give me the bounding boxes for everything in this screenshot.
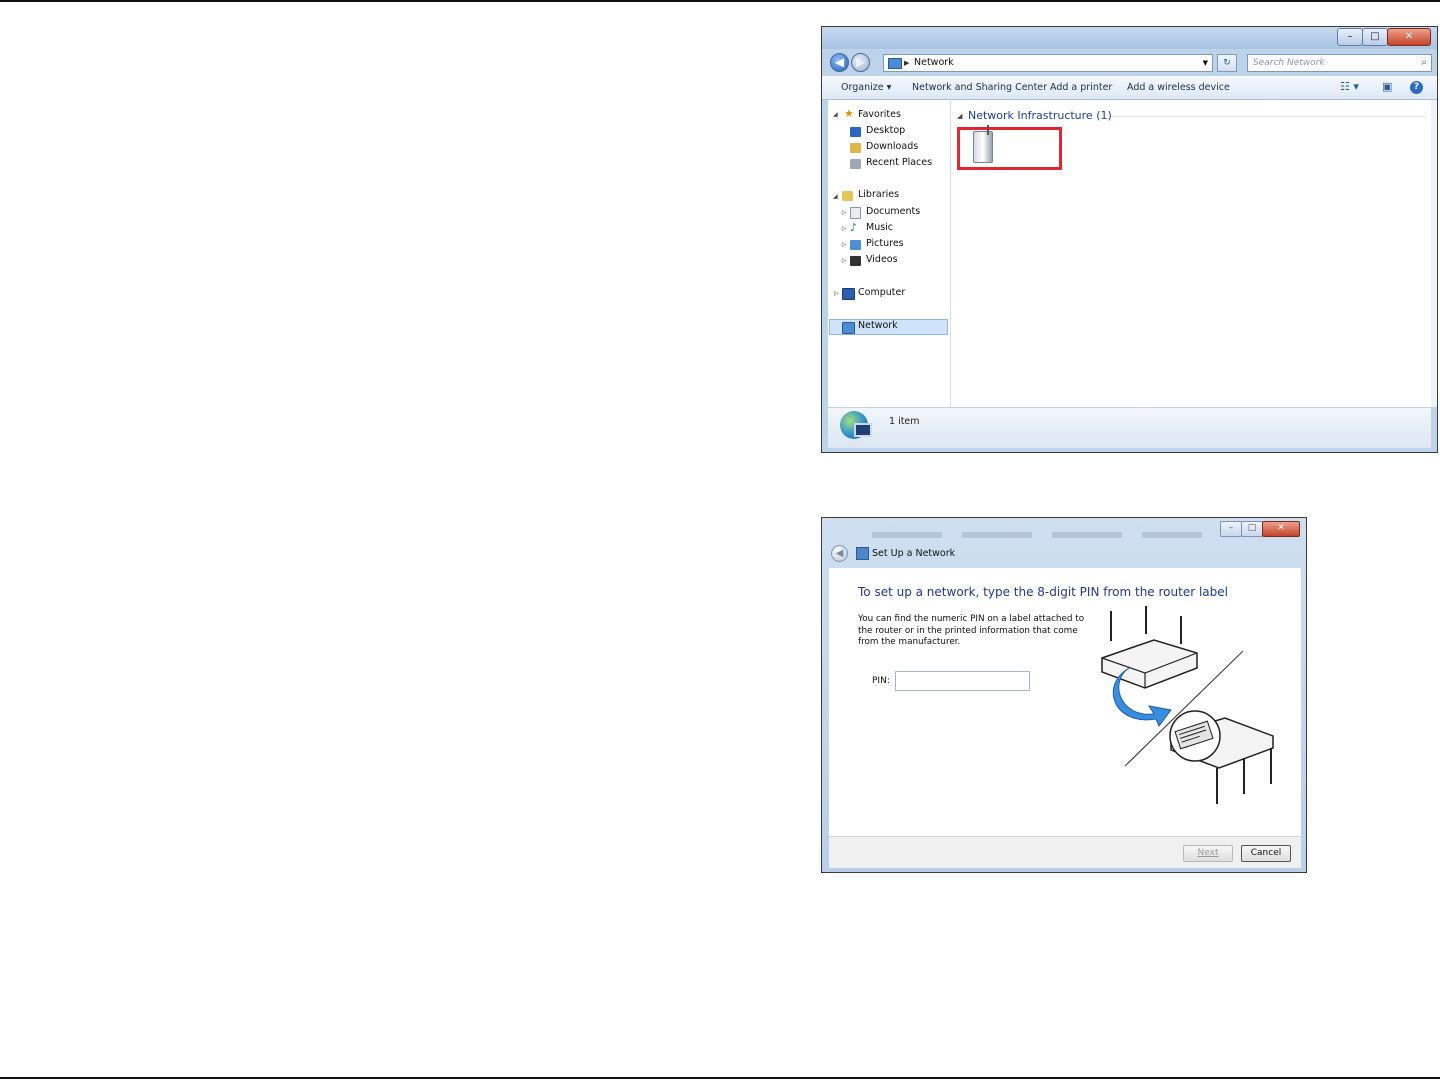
breadcrumb-network[interactable]: Network bbox=[914, 55, 954, 71]
router-device-icon[interactable] bbox=[973, 125, 993, 163]
group-header[interactable]: Network Infrastructure (1) bbox=[968, 109, 1112, 122]
vertical-scrollbar[interactable] bbox=[1431, 100, 1437, 407]
search-input[interactable]: Search Network ⌕ bbox=[1247, 54, 1432, 72]
address-bar[interactable]: ▶ Network ▼ bbox=[883, 54, 1213, 72]
close-icon[interactable]: ✕ bbox=[1262, 521, 1300, 537]
dialog-heading: To set up a network, type the 8-digit PI… bbox=[858, 585, 1228, 599]
cancel-button[interactable]: Cancel bbox=[1241, 845, 1291, 862]
collapsed-arrow-icon[interactable]: ▷ bbox=[834, 290, 839, 297]
desktop-icon bbox=[850, 127, 861, 137]
music-icon: ♪ bbox=[850, 221, 858, 234]
add-wireless-device-button[interactable]: Add a wireless device bbox=[1127, 82, 1230, 93]
refresh-icon[interactable]: ↻ bbox=[1217, 54, 1237, 72]
top-rule bbox=[0, 0, 1440, 2]
network-sharing-center-button[interactable]: Network and Sharing Center bbox=[912, 82, 1047, 93]
downloads-icon bbox=[850, 143, 861, 153]
navigation-pane: ◢ ★ Favorites Desktop Downloads Recent P… bbox=[828, 100, 951, 407]
router-label-illustration bbox=[1101, 606, 1274, 804]
documents-icon bbox=[850, 207, 861, 219]
dialog-body: To set up a network, type the 8-digit PI… bbox=[829, 568, 1301, 836]
computer-icon bbox=[842, 288, 855, 300]
window-controls: – □ ✕ bbox=[1337, 28, 1431, 46]
pin-input[interactable] bbox=[895, 671, 1030, 691]
network-icon bbox=[888, 58, 902, 69]
libraries-icon bbox=[842, 191, 853, 201]
item-count: 1 item bbox=[889, 416, 920, 427]
maximize-icon[interactable]: □ bbox=[1241, 521, 1263, 537]
nav-documents[interactable]: Documents bbox=[866, 206, 920, 217]
details-pane: 1 item bbox=[828, 408, 1431, 448]
minimize-icon[interactable]: – bbox=[1337, 28, 1363, 46]
videos-icon bbox=[850, 256, 861, 266]
pictures-icon bbox=[850, 240, 861, 250]
nav-downloads[interactable]: Downloads bbox=[866, 141, 918, 152]
collapsed-arrow-icon[interactable]: ▷ bbox=[842, 225, 847, 232]
nav-desktop[interactable]: Desktop bbox=[866, 125, 905, 136]
star-icon: ★ bbox=[844, 107, 854, 120]
explorer-titlebar[interactable]: – □ ✕ bbox=[822, 27, 1437, 49]
collapsed-arrow-icon[interactable]: ▷ bbox=[842, 241, 847, 248]
command-bar: Organize ▾ Network and Sharing Center Ad… bbox=[822, 76, 1437, 100]
nav-favorites[interactable]: Favorites bbox=[858, 109, 901, 120]
bottom-rule bbox=[0, 1077, 1440, 1079]
setup-network-dialog: – □ ✕ ◀ Set Up a Network To set up a net… bbox=[821, 517, 1307, 873]
next-button[interactable]: Next bbox=[1183, 845, 1233, 862]
forward-arrow-icon[interactable]: ▶ bbox=[851, 53, 870, 72]
dialog-title: Set Up a Network bbox=[872, 548, 956, 559]
group-collapse-icon[interactable]: ◢ bbox=[957, 112, 962, 120]
nav-pictures[interactable]: Pictures bbox=[866, 238, 904, 249]
expand-arrow-icon[interactable]: ◢ bbox=[833, 111, 838, 118]
group-divider bbox=[1111, 116, 1426, 117]
minimize-icon[interactable]: – bbox=[1220, 521, 1242, 537]
file-view: ◢ Network Infrastructure (1) bbox=[951, 100, 1431, 407]
back-arrow-icon[interactable]: ◀ bbox=[830, 53, 849, 72]
blurred-background-titlebar bbox=[872, 532, 1202, 538]
address-dropdown-icon[interactable]: ▼ bbox=[1203, 55, 1208, 71]
dialog-footer: Next Cancel bbox=[829, 836, 1301, 868]
network-icon bbox=[842, 322, 855, 334]
help-icon[interactable]: ? bbox=[1410, 81, 1423, 94]
maximize-icon[interactable]: □ bbox=[1362, 28, 1388, 46]
back-arrow-icon[interactable]: ◀ bbox=[831, 545, 848, 562]
view-options-icon[interactable]: ☷ ▾ bbox=[1340, 80, 1359, 93]
network-globe-icon bbox=[840, 411, 872, 439]
search-placeholder: Search Network bbox=[1253, 58, 1325, 68]
dialog-window-controls: – □ ✕ bbox=[1220, 521, 1300, 537]
add-printer-button[interactable]: Add a printer bbox=[1050, 82, 1112, 93]
nav-music[interactable]: Music bbox=[866, 222, 893, 233]
preview-pane-icon[interactable]: ▣ bbox=[1382, 80, 1392, 93]
organize-button[interactable]: Organize ▾ bbox=[841, 82, 891, 93]
nav-libraries[interactable]: Libraries bbox=[858, 189, 899, 200]
recent-places-icon bbox=[850, 159, 861, 169]
network-explorer-window: – □ ✕ ◀ ▶ ▶ Network ▼ ↻ Search Network ⌕… bbox=[821, 26, 1438, 453]
organize-label: Organize bbox=[841, 82, 884, 93]
nav-network[interactable]: Network bbox=[858, 320, 898, 331]
nav-computer[interactable]: Computer bbox=[858, 287, 905, 298]
pin-label: PIN: bbox=[872, 676, 890, 686]
collapsed-arrow-icon[interactable]: ▷ bbox=[842, 257, 847, 264]
close-icon[interactable]: ✕ bbox=[1387, 28, 1431, 46]
explorer-navbar: ◀ ▶ ▶ Network ▼ ↻ Search Network ⌕ bbox=[822, 49, 1437, 75]
nav-videos[interactable]: Videos bbox=[866, 254, 898, 265]
breadcrumb-separator-icon: ▶ bbox=[904, 59, 910, 67]
nav-recent-places[interactable]: Recent Places bbox=[866, 157, 932, 168]
router-antennas bbox=[1110, 606, 1182, 644]
expand-arrow-icon[interactable]: ◢ bbox=[833, 193, 838, 200]
collapsed-arrow-icon[interactable]: ▷ bbox=[842, 209, 847, 216]
search-icon[interactable]: ⌕ bbox=[1421, 55, 1427, 71]
dialog-description: You can find the numeric PIN on a label … bbox=[858, 614, 1085, 647]
network-setup-icon bbox=[856, 547, 869, 560]
